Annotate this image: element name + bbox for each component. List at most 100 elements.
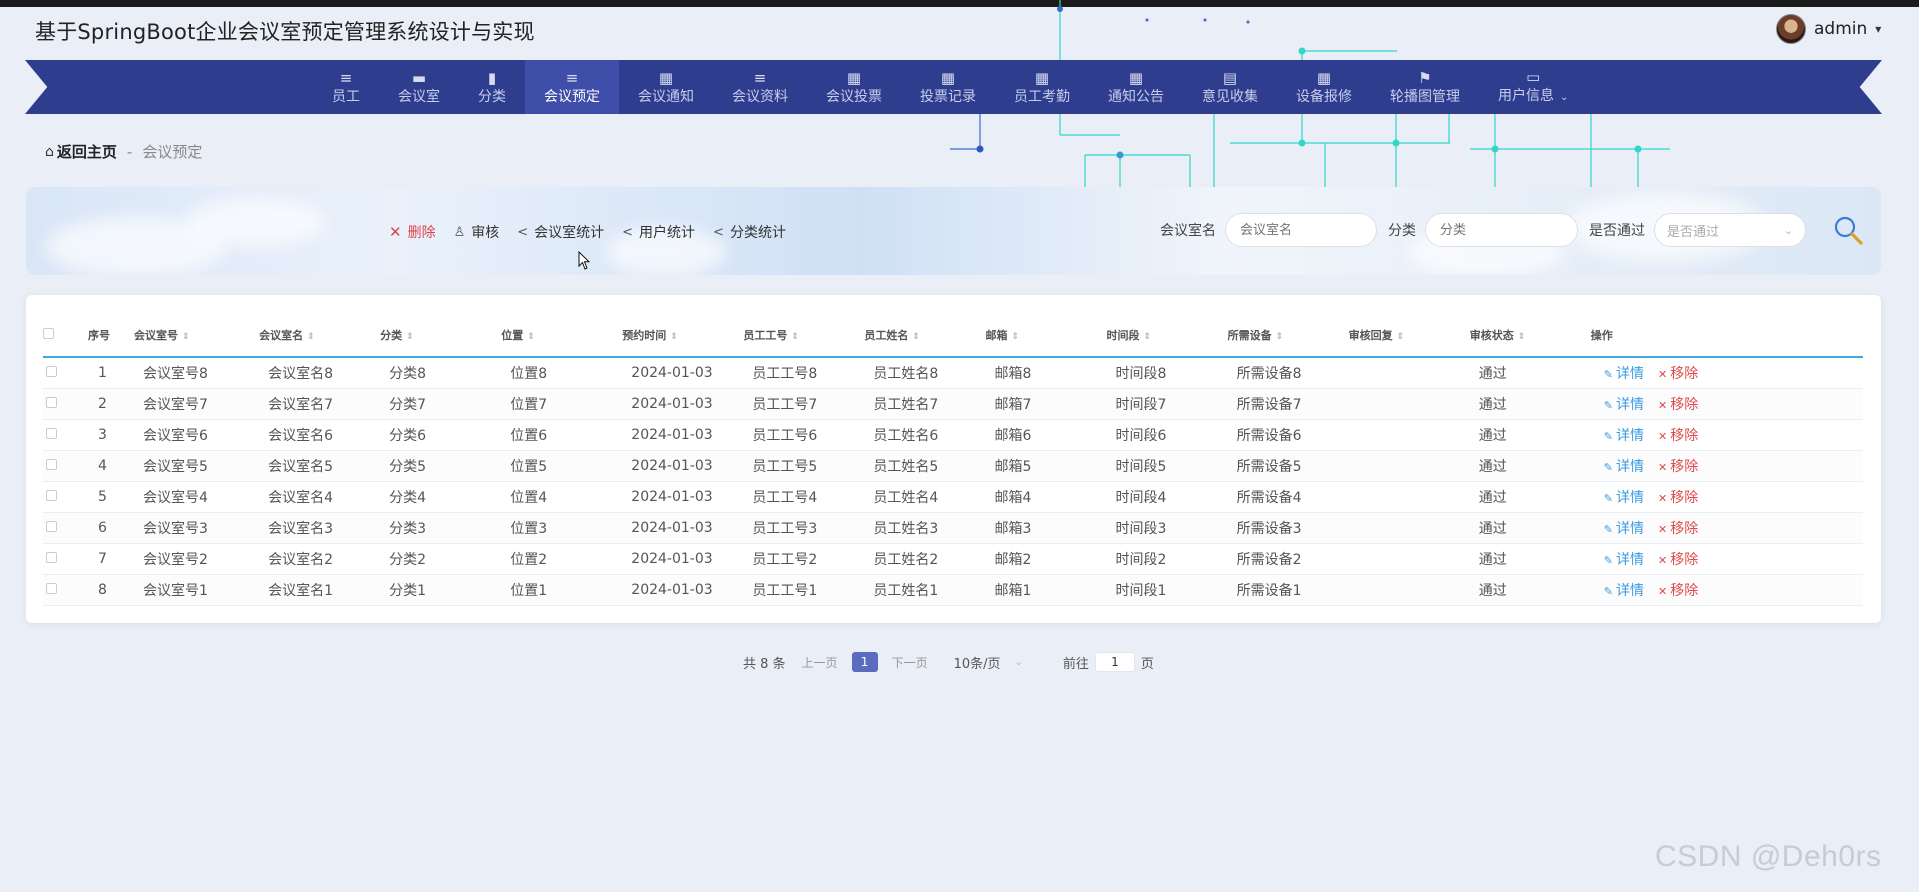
sort-icon[interactable]: ⇕: [912, 332, 920, 342]
close-icon: ✕: [1658, 491, 1668, 505]
col-room-name[interactable]: 会议室名 ⇕: [259, 313, 381, 358]
remove-button[interactable]: ✕ 移除: [1658, 490, 1698, 506]
pass-status-select[interactable]: 是否通过 ⌄: [1654, 213, 1806, 247]
sort-icon[interactable]: ⇕: [1144, 332, 1152, 342]
page-size-select[interactable]: 10条/页 ⌄: [954, 653, 1023, 672]
col-equipment-label: 所需设备: [1227, 328, 1272, 342]
breadcrumb-home-link[interactable]: 返回主页: [57, 141, 117, 162]
nav-item-user-info[interactable]: ▭ 用户信息 ⌄: [1479, 60, 1587, 114]
col-employee-no[interactable]: 员工工号 ⇕: [743, 313, 865, 358]
detail-button[interactable]: ✎ 详情: [1604, 397, 1644, 413]
table-cell: 通过: [1469, 450, 1591, 482]
close-icon: ✕: [389, 223, 402, 241]
sort-icon[interactable]: ⇕: [670, 332, 678, 342]
nav-item-carousel[interactable]: ⚑ 轮播图管理: [1371, 60, 1479, 114]
remove-button[interactable]: ✕ 移除: [1658, 459, 1698, 475]
next-page-button[interactable]: 下一页: [892, 654, 928, 671]
remove-button[interactable]: ✕ 移除: [1658, 521, 1698, 537]
sort-icon[interactable]: ⇕: [406, 332, 414, 342]
col-audit-status[interactable]: 审核状态 ⇕: [1469, 313, 1591, 358]
table-cell: 分类2: [380, 543, 502, 575]
category-input[interactable]: [1425, 213, 1578, 247]
detail-button[interactable]: ✎ 详情: [1604, 428, 1644, 444]
nav-item-meeting-materials[interactable]: ≡ 会议资料: [713, 60, 807, 114]
page-1-button[interactable]: 1: [851, 652, 878, 672]
avatar[interactable]: [1776, 14, 1806, 44]
home-icon[interactable]: ⌂: [45, 144, 54, 160]
user-menu[interactable]: admin ▾: [1776, 14, 1881, 44]
nav-item-category[interactable]: ▮ 分类: [459, 60, 525, 114]
col-email[interactable]: 邮箱 ⇕: [985, 313, 1107, 358]
row-checkbox[interactable]: [46, 458, 57, 470]
col-audit-status-label: 审核状态: [1469, 328, 1514, 342]
detail-button[interactable]: ✎ 详情: [1604, 521, 1644, 537]
row-checkbox[interactable]: [46, 582, 57, 594]
nav-item-employee[interactable]: ≡ 员工: [313, 60, 379, 114]
col-category[interactable]: 分类 ⇕: [380, 313, 502, 358]
nav-item-vote-records[interactable]: ▦ 投票记录: [901, 60, 995, 114]
nav-item-repair[interactable]: ▦ 设备报修: [1277, 60, 1371, 114]
col-time-slot[interactable]: 时间段 ⇕: [1106, 313, 1228, 358]
sort-icon[interactable]: ⇕: [1397, 332, 1405, 342]
col-room-no[interactable]: 会议室号 ⇕: [134, 313, 260, 358]
nav-item-label: 会议投票: [826, 89, 882, 105]
remove-button[interactable]: ✕ 移除: [1658, 583, 1698, 599]
remove-button[interactable]: ✕ 移除: [1658, 552, 1698, 568]
nav-item-meeting-notice[interactable]: ▦ 会议通知: [619, 60, 713, 114]
breadcrumb-separator: -: [126, 142, 133, 161]
table-cell: 邮箱2: [985, 543, 1107, 575]
search-icon[interactable]: [1832, 214, 1864, 246]
row-checkbox[interactable]: [46, 396, 57, 408]
user-name[interactable]: admin: [1814, 19, 1867, 39]
col-location[interactable]: 位置 ⇕: [501, 313, 623, 358]
room-stats-button[interactable]: < 会议室统计: [517, 222, 604, 242]
sort-icon[interactable]: ⇕: [1011, 332, 1019, 342]
sort-icon[interactable]: ⇕: [1518, 332, 1526, 342]
audit-button[interactable]: ♙ 审核: [454, 222, 500, 242]
detail-button[interactable]: ✎ 详情: [1604, 552, 1644, 568]
nav-item-attendance[interactable]: ▦ 员工考勤: [995, 60, 1089, 114]
row-checkbox[interactable]: [46, 489, 57, 501]
detail-label: 详情: [1616, 489, 1644, 506]
nav-item-meeting-booking[interactable]: ≡ 会议预定: [525, 60, 619, 114]
sort-icon[interactable]: ⇕: [182, 332, 190, 342]
sort-icon[interactable]: ⇕: [1276, 332, 1284, 342]
detail-button[interactable]: ✎ 详情: [1604, 583, 1644, 599]
sort-icon[interactable]: ⇕: [791, 332, 799, 342]
category-label: 分类: [1388, 223, 1416, 239]
detail-button[interactable]: ✎ 详情: [1604, 366, 1644, 382]
col-equipment[interactable]: 所需设备 ⇕: [1227, 313, 1349, 358]
detail-button[interactable]: ✎ 详情: [1604, 490, 1644, 506]
nav-item-feedback[interactable]: ▤ 意见收集: [1183, 60, 1277, 114]
delete-button[interactable]: ✕ 删除: [389, 222, 436, 242]
row-checkbox[interactable]: [46, 427, 57, 439]
row-checkbox[interactable]: [46, 520, 57, 532]
col-employee-name[interactable]: 员工姓名 ⇕: [864, 313, 986, 358]
category-stats-button[interactable]: < 分类统计: [713, 222, 786, 242]
nav-item-meeting-room[interactable]: ▬ 会议室: [379, 60, 459, 114]
table-cell: 会议室号4: [134, 481, 260, 513]
row-checkbox[interactable]: [46, 365, 57, 377]
row-checkbox[interactable]: [46, 551, 57, 563]
user-stats-button[interactable]: < 用户统计: [622, 222, 695, 242]
remove-button[interactable]: ✕ 移除: [1658, 397, 1698, 413]
grid-icon: ▦: [1128, 69, 1144, 87]
room-name-input[interactable]: [1225, 213, 1377, 247]
detail-button[interactable]: ✎ 详情: [1604, 459, 1644, 475]
remove-button[interactable]: ✕ 移除: [1658, 366, 1698, 382]
col-booking-time[interactable]: 预约时间 ⇕: [622, 313, 744, 358]
select-all-checkbox[interactable]: [43, 327, 54, 339]
nav-item-announcement[interactable]: ▦ 通知公告: [1089, 60, 1183, 114]
sort-icon[interactable]: ⇕: [527, 332, 535, 342]
col-audit-reply[interactable]: 审核回复 ⇕: [1348, 313, 1470, 358]
row-actions-cell: ✎ 详情 ✕ 移除: [1590, 481, 1863, 513]
remove-button[interactable]: ✕ 移除: [1658, 428, 1698, 444]
prev-page-button[interactable]: 上一页: [802, 654, 838, 671]
nav-item-meeting-vote[interactable]: ▦ 会议投票: [807, 60, 901, 114]
table-cell: 8: [88, 574, 135, 606]
table-cell: 位置3: [501, 512, 623, 544]
remove-label: 移除: [1670, 520, 1699, 537]
caret-down-icon[interactable]: ▾: [1875, 22, 1881, 36]
goto-page-input[interactable]: [1094, 652, 1135, 672]
sort-icon[interactable]: ⇕: [307, 332, 315, 342]
